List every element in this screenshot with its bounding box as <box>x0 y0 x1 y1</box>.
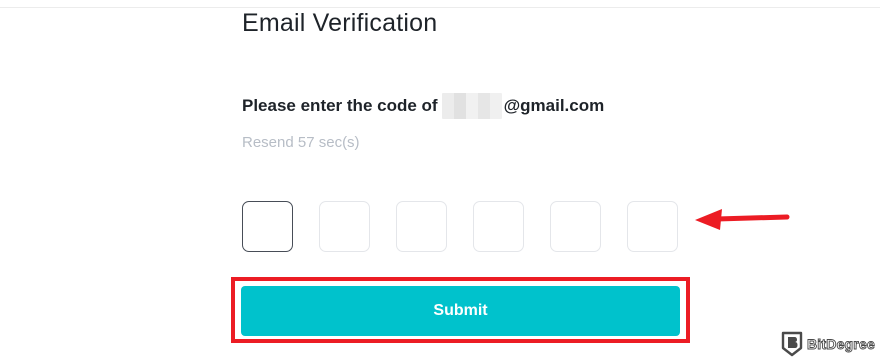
code-digit-4[interactable] <box>473 201 524 252</box>
code-digit-3[interactable] <box>396 201 447 252</box>
code-digit-1[interactable] <box>242 201 293 252</box>
submit-button[interactable]: Submit <box>241 286 680 336</box>
email-suffix: @gmail.com <box>503 96 605 115</box>
prompt-prefix: Please enter the code of <box>242 96 438 115</box>
code-prompt: Please enter the code of @gmail.com <box>242 93 605 119</box>
page-title: Email Verification <box>242 9 438 37</box>
code-digit-5[interactable] <box>550 201 601 252</box>
bitdegree-shield-icon <box>781 331 803 357</box>
code-digit-6[interactable] <box>627 201 678 252</box>
redacted-email-mask <box>441 93 502 119</box>
code-digit-2[interactable] <box>319 201 370 252</box>
resend-countdown: Resend 57 sec(s) <box>242 134 360 151</box>
bitdegree-watermark: BitDegree <box>781 331 875 357</box>
left-arrow-icon <box>695 209 790 230</box>
watermark-text: BitDegree <box>807 336 876 353</box>
top-divider <box>0 7 880 8</box>
